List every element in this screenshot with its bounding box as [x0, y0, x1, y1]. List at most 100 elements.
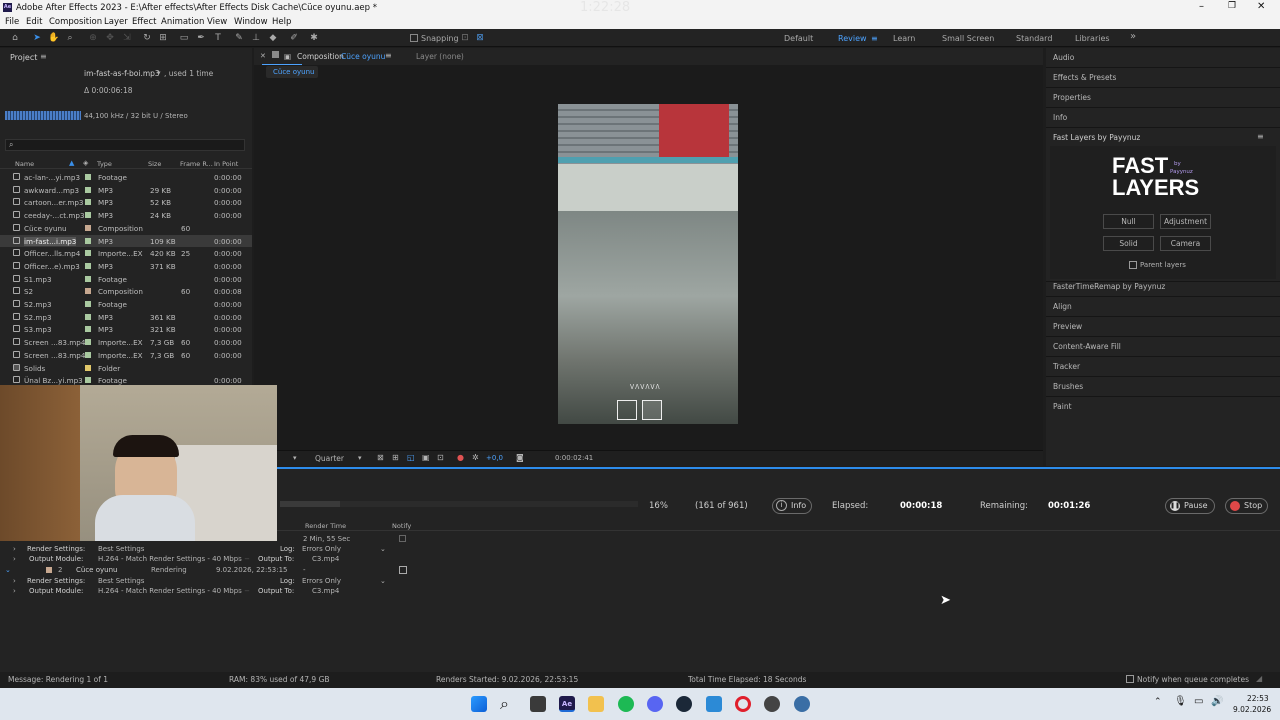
menu-animation[interactable]: Animation	[161, 17, 204, 27]
workspace-learn[interactable]: Learn	[893, 34, 915, 43]
selection-tool-icon[interactable]: ➤	[31, 32, 43, 44]
menu-composition[interactable]: Composition	[49, 17, 102, 27]
microphone-icon[interactable]: 🎙	[1174, 696, 1187, 707]
layer-tab[interactable]: Layer (none)	[416, 52, 464, 61]
item1-output-expand-icon[interactable]: ›	[13, 555, 16, 563]
adjustment-button[interactable]: Adjustment	[1160, 214, 1211, 229]
panel-tracker[interactable]: Tracker	[1053, 362, 1080, 371]
workspace-standard[interactable]: Standard	[1016, 34, 1052, 43]
workspace-review[interactable]: Review	[838, 34, 867, 43]
magnification-dropdown-chevron[interactable]: ▾	[293, 454, 297, 462]
panel-audio[interactable]: Audio	[1053, 53, 1074, 62]
item1-log-chevron-icon[interactable]: ⌄	[380, 545, 386, 553]
item-label-color[interactable]	[85, 212, 91, 219]
project-item-row[interactable]: S2 Composition 60 0:00:08	[0, 285, 252, 298]
panel-fast-layers[interactable]: Fast Layers by Payynuz	[1053, 133, 1140, 142]
breadcrumb[interactable]: Cüce oyunu	[266, 66, 318, 78]
item2-output-to-value[interactable]: C3.mp4	[312, 587, 339, 595]
project-item-row[interactable]: cartoon...er.mp3 MP3 52 KB 0:00:00	[0, 196, 252, 209]
item-label-color[interactable]	[85, 186, 91, 193]
item1-output-to-value[interactable]: C3.mp4	[312, 555, 339, 563]
project-panel-title[interactable]: Project	[10, 53, 37, 62]
pause-button[interactable]: ❚❚ Pause	[1165, 498, 1215, 514]
item1-log-value[interactable]: Errors Only	[302, 545, 341, 553]
project-search-input[interactable]: ⌕	[5, 139, 245, 151]
item-label-color[interactable]	[85, 262, 91, 269]
menu-effect[interactable]: Effect	[132, 17, 156, 27]
parent-layers-checkbox[interactable]	[1129, 261, 1137, 269]
color-channel-icon[interactable]: ●	[457, 453, 464, 462]
item2-log-value[interactable]: Errors Only	[302, 577, 341, 585]
type-tool-icon[interactable]: T	[212, 32, 224, 44]
lock-icon[interactable]	[272, 51, 279, 58]
snap-option-icon[interactable]: ⊡	[459, 32, 471, 44]
start-icon[interactable]	[471, 696, 487, 712]
volume-icon[interactable]: 🔊	[1211, 696, 1223, 707]
menu-file[interactable]: File	[5, 17, 19, 27]
close-icon[interactable]: ✕	[1257, 1, 1265, 12]
composition-frame[interactable]: ᐯᐱᐯᐱᐯᐱ	[558, 104, 738, 424]
rectangle-tool-icon[interactable]: ▭	[178, 32, 190, 44]
item1-notify-checkbox[interactable]	[399, 535, 406, 542]
exposure-value[interactable]: +0,0	[486, 454, 503, 462]
mask-visibility-icon[interactable]: ◱	[407, 453, 415, 462]
snapping-checkbox[interactable]	[410, 34, 418, 42]
label-column-icon[interactable]: ◈	[83, 159, 88, 167]
null-button[interactable]: Null	[1103, 214, 1154, 229]
close-tab-icon[interactable]: ✕	[260, 52, 266, 60]
project-item-row[interactable]: Cüce oyunu Composition 60	[0, 222, 252, 235]
panel-fastertimeremap[interactable]: FasterTimeRemap by Payynuz	[1053, 282, 1165, 291]
item-label-color[interactable]	[85, 301, 91, 307]
workspace-libraries[interactable]: Libraries	[1075, 34, 1110, 43]
snap-target-icon[interactable]: ⊠	[474, 32, 486, 44]
panel-effects-presets[interactable]: Effects & Presets	[1053, 73, 1116, 82]
fast-layers-menu-icon[interactable]: ≡	[1257, 132, 1264, 141]
workspaces-overflow-button[interactable]: »	[1130, 31, 1136, 42]
network-icon[interactable]: ▭	[1194, 696, 1203, 707]
panel-preview[interactable]: Preview	[1053, 322, 1082, 331]
current-time-display[interactable]: 0:00:02:41	[555, 454, 593, 462]
column-render-time[interactable]: Render Time	[305, 522, 346, 530]
item-label-color[interactable]	[85, 313, 91, 320]
item-label-color[interactable]	[85, 224, 91, 231]
item1-render-settings-value[interactable]: Best Settings	[98, 545, 144, 553]
item1-output-module-value[interactable]: H.264 - Match Render Settings - 40 Mbps	[98, 555, 242, 563]
eraser-tool-icon[interactable]: ◆	[267, 32, 279, 44]
rotate-tool-icon[interactable]: ↻	[141, 32, 153, 44]
chevron-down-icon[interactable]: ▾	[157, 69, 161, 77]
item2-output-module-value[interactable]: H.264 - Match Render Settings - 40 Mbps	[98, 587, 242, 595]
column-type[interactable]: Type	[97, 160, 112, 168]
column-size[interactable]: Size	[148, 160, 161, 168]
workspace-menu-icon[interactable]: ≡	[871, 34, 878, 43]
file-explorer-icon[interactable]	[588, 696, 604, 712]
item-label-color[interactable]	[85, 339, 91, 346]
tray-chevron-icon[interactable]: ⌃	[1154, 697, 1162, 707]
snapshot-camera-icon[interactable]: ◙	[516, 453, 524, 462]
solid-button[interactable]: Solid	[1103, 236, 1154, 251]
item-label-color[interactable]	[85, 250, 91, 257]
app-icon[interactable]	[764, 696, 780, 712]
item-label-color[interactable]	[85, 377, 91, 384]
column-name[interactable]: Name	[15, 160, 34, 168]
item-label-color[interactable]	[85, 351, 91, 358]
roto-brush-tool-icon[interactable]: ✐	[288, 32, 300, 44]
panel-content-aware-fill[interactable]: Content-Aware Fill	[1053, 342, 1121, 351]
pan-behind-tool-icon[interactable]: ⊞	[157, 32, 169, 44]
menu-view[interactable]: View	[207, 17, 227, 27]
item2-output-expand-icon[interactable]: ›	[13, 587, 16, 595]
reset-exposure-icon[interactable]: ✲	[472, 453, 479, 462]
panel-paint[interactable]: Paint	[1053, 402, 1072, 411]
remote-desktop-icon[interactable]	[706, 696, 722, 712]
brush-tool-icon[interactable]: ✎	[233, 32, 245, 44]
task-view-icon[interactable]	[530, 696, 546, 712]
steam-icon[interactable]	[676, 696, 692, 712]
column-in-point[interactable]: In Point	[214, 160, 238, 168]
hand-tool-icon[interactable]: ✋	[48, 32, 60, 44]
item2-log-chevron-icon[interactable]: ⌄	[380, 577, 386, 585]
project-item-row[interactable]: Officer...lls.mp4 Importe...EX 420 KB 25 0:0…	[0, 247, 252, 260]
minimize-icon[interactable]: –	[1199, 1, 1204, 12]
menu-window[interactable]: Window	[234, 17, 268, 27]
clock-time[interactable]: 22:53	[1247, 694, 1269, 703]
menu-layer[interactable]: Layer	[104, 17, 128, 27]
workspace-default[interactable]: Default	[784, 34, 813, 43]
